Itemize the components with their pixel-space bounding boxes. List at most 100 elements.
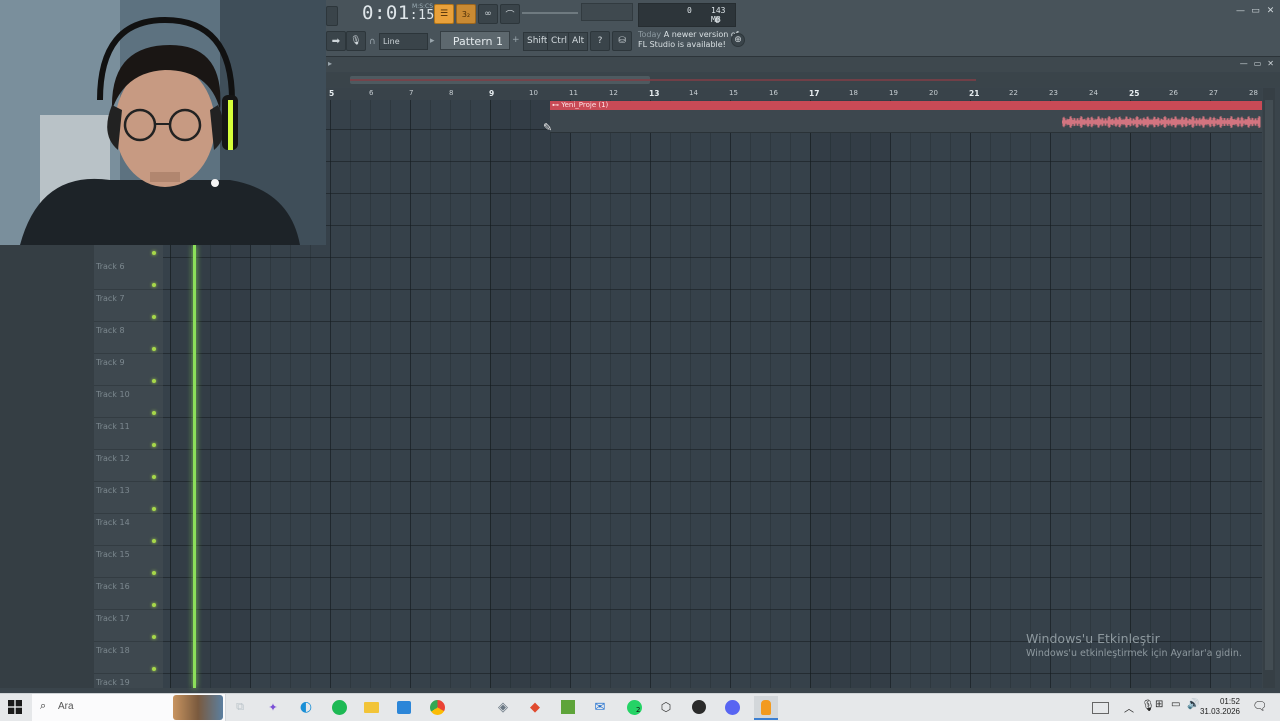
bar-number: 12 <box>609 89 618 97</box>
minecraft-icon[interactable] <box>559 698 577 716</box>
track-mute-led[interactable] <box>152 571 156 575</box>
track-mute-led[interactable] <box>152 667 156 671</box>
track-mute-led[interactable] <box>152 507 156 511</box>
bar-number: 8 <box>449 89 454 97</box>
playlist-grid[interactable] <box>163 100 1262 688</box>
magnet-icon: ∩ <box>369 37 376 47</box>
track-mute-led[interactable] <box>152 443 156 447</box>
track-label: Track 11 <box>96 422 130 431</box>
edge-icon[interactable]: ◐ <box>297 698 315 716</box>
track-mute-led[interactable] <box>152 603 156 607</box>
volume-icon[interactable]: 🔊 <box>1187 699 1199 710</box>
arrow-right-icon[interactable]: ➡ <box>326 31 346 51</box>
track-label: Track 8 <box>96 326 125 335</box>
taskbar-clock[interactable]: 01:52 31.03.2026 <box>1200 697 1240 717</box>
notification-icon[interactable]: 🗨 <box>1252 699 1267 713</box>
microphone-icon[interactable]: 🎙 <box>346 31 366 51</box>
app-icon[interactable]: ◈ <box>494 698 512 716</box>
bar-number: 10 <box>529 89 538 97</box>
news-line1: A newer version of <box>663 30 739 39</box>
globe-icon[interactable]: ⊕ <box>731 33 745 47</box>
restore-icon[interactable]: ▭ <box>1250 6 1261 16</box>
obs-icon[interactable] <box>690 698 708 716</box>
playlist-horizontal-scroll[interactable] <box>326 73 1280 87</box>
typing-keyboard-button[interactable]: ☰ <box>434 4 454 24</box>
bar-number: 5 <box>329 89 335 98</box>
clip-name: Yeni_Proje (1) <box>561 101 609 109</box>
whatsapp-icon[interactable]: 2 <box>625 698 643 716</box>
loop-record-icon[interactable]: ∞ <box>478 4 498 24</box>
windows-taskbar: ⌕ Ara ⧉ ✦ ◐ ◈ ◆ ✉ 2 ⬡ ︿ 🎙 ⊞ ▭ 🔊 01:52 31… <box>0 693 1280 721</box>
copilot-icon[interactable]: ✦ <box>264 698 282 716</box>
help-icon[interactable]: ? <box>590 31 610 51</box>
news-panel[interactable]: Today A newer version of FL Studio is av… <box>638 30 739 50</box>
master-pitch-slider[interactable] <box>522 12 578 14</box>
track-mute-led[interactable] <box>152 283 156 287</box>
bar-number: 7 <box>409 89 414 97</box>
minimize-icon[interactable]: — <box>1235 6 1246 16</box>
store-icon[interactable] <box>395 698 413 716</box>
waveform-path <box>1062 116 1261 128</box>
toolbar-left-edge[interactable] <box>326 6 338 26</box>
close-icon[interactable]: ✕ <box>1265 6 1276 16</box>
keyboard-icon[interactable] <box>1092 702 1109 714</box>
display-icon[interactable]: ▭ <box>1171 699 1180 710</box>
bar-number: 27 <box>1209 89 1218 97</box>
tray-expand-icon[interactable]: ︿ <box>1124 700 1134 715</box>
master-volume-box[interactable] <box>581 3 633 21</box>
playlist-minimize-icon[interactable]: — <box>1240 59 1248 68</box>
playlist-maximize-icon[interactable]: ▭ <box>1254 59 1262 68</box>
playlist-arrow-icon[interactable]: ▸ <box>328 59 332 68</box>
track-mute-led[interactable] <box>152 475 156 479</box>
shop-icon[interactable]: ⛁ <box>612 31 632 51</box>
mail-icon[interactable]: ✉ <box>591 698 609 716</box>
clip-icon: ⊷ <box>552 101 562 109</box>
track-label: Track 14 <box>96 518 130 527</box>
playlist-vertical-scroll[interactable] <box>1263 88 1275 688</box>
search-highlight-image <box>173 695 223 720</box>
unity-icon[interactable]: ⬡ <box>657 698 675 716</box>
playhead[interactable] <box>193 245 196 688</box>
discord-icon[interactable] <box>723 698 741 716</box>
task-view-icon[interactable]: ⧉ <box>231 698 249 716</box>
alt-button[interactable]: Alt <box>568 32 589 51</box>
track-mute-led[interactable] <box>152 635 156 639</box>
bar-number: 24 <box>1089 89 1098 97</box>
track-mute-led[interactable] <box>152 347 156 351</box>
pattern-prev-icon[interactable]: ▸ <box>430 36 435 46</box>
track-mute-led[interactable] <box>152 539 156 543</box>
vscroll-thumb[interactable] <box>1265 100 1273 670</box>
fl-studio-icon[interactable] <box>754 696 778 720</box>
track-label: Track 19 <box>96 678 130 687</box>
network-icon[interactable]: ⊞ <box>1155 699 1163 710</box>
track-mute-led[interactable] <box>152 411 156 415</box>
watermark-subtitle: Windows'u etkinleştirmek için Ayarlar'a … <box>1026 648 1242 659</box>
bar-number: 6 <box>369 89 374 97</box>
bar-number: 18 <box>849 89 858 97</box>
pattern-add-icon[interactable]: + <box>512 35 520 45</box>
playlist-close-icon[interactable]: ✕ <box>1267 59 1274 68</box>
clock-time: 01:52 <box>1219 697 1240 706</box>
bar-number: 25 <box>1129 89 1140 98</box>
audio-clip-header[interactable]: ⊷ Yeni_Proje (1) <box>550 101 1262 110</box>
file-explorer-icon[interactable] <box>362 698 380 716</box>
step-edit-button[interactable]: 3₂ <box>456 4 476 24</box>
spotify-icon[interactable] <box>330 698 348 716</box>
mic-tray-icon[interactable]: 🎙 <box>1141 699 1155 712</box>
pattern-selector[interactable]: Pattern 1 <box>440 31 510 50</box>
track-mute-led[interactable] <box>152 315 156 319</box>
poly-value: 0 <box>715 16 720 25</box>
app2-icon[interactable]: ◆ <box>526 698 544 716</box>
metronome-icon[interactable]: ⌒ <box>500 4 520 24</box>
track-mute-led[interactable] <box>152 379 156 383</box>
time-unit-label: M:S:CS <box>412 3 434 10</box>
snap-select[interactable]: Line <box>379 33 428 50</box>
bar-number: 9 <box>489 89 495 98</box>
windows-start-icon[interactable] <box>8 700 22 714</box>
track-mute-led[interactable] <box>152 251 156 255</box>
time-main: 0:01 <box>362 2 410 24</box>
window-controls: — ▭ ✕ <box>1235 6 1276 16</box>
chrome-icon[interactable] <box>428 698 446 716</box>
taskbar-search-box[interactable]: ⌕ Ara <box>32 694 226 721</box>
cpu-value: 0 <box>687 6 692 15</box>
